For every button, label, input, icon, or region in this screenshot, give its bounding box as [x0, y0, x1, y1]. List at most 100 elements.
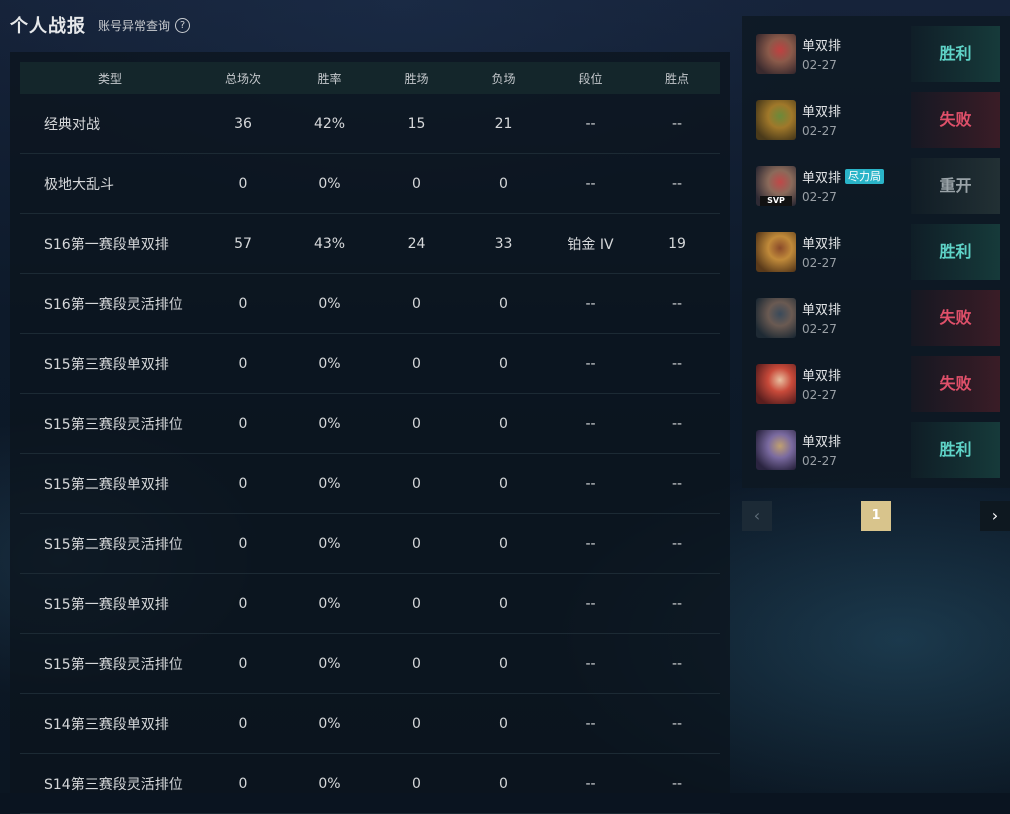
stats-table-body: 经典对战 36 42% 15 21 -- -- 极地大乱斗 0 0% 0 0 -- -- S16第一赛段单双…	[20, 94, 720, 814]
champion-avatar: SVP	[756, 166, 796, 206]
match-mode-label: 单双排	[802, 237, 842, 252]
table-cell: 0	[412, 475, 421, 492]
table-cell: 0	[412, 715, 421, 732]
next-page-button[interactable]: ›	[980, 501, 1010, 531]
table-cell: 0%	[318, 655, 341, 672]
table-row: S15第一赛段单双排 0 0% 0 0 -- --	[20, 574, 720, 634]
table-cell: 0	[499, 475, 508, 492]
table-row: 经典对战 36 42% 15 21 -- --	[20, 94, 720, 154]
table-cell: 0%	[318, 715, 341, 732]
table-cell: --	[585, 655, 596, 672]
match-mode: 单双排	[802, 101, 841, 120]
match-item[interactable]: 单双排 02-27 胜利	[742, 224, 1010, 280]
table-cell: 0	[499, 775, 508, 792]
table-cell: 0	[412, 655, 421, 672]
match-date: 02-27	[802, 388, 837, 402]
table-row: S15第二赛段灵活排位 0 0% 0 0 -- --	[20, 514, 720, 574]
table-cell: 经典对战	[44, 116, 100, 133]
column-header: 类型	[97, 71, 122, 86]
table-cell: S16第一赛段单双排	[44, 236, 169, 253]
column-header: 总场次	[224, 71, 261, 86]
match-date: 02-27	[802, 322, 837, 336]
match-item[interactable]: 单双排 02-27 失败	[742, 290, 1010, 346]
table-cell: 0	[499, 355, 508, 372]
table-cell: --	[671, 535, 683, 552]
table-cell: --	[671, 715, 683, 732]
match-item[interactable]: SVP 单双排 尽力局 02-27 重开	[742, 158, 1010, 214]
svp-tag: SVP	[760, 196, 792, 206]
table-cell: S14第三赛段灵活排位	[44, 776, 183, 793]
table-cell: 0	[412, 175, 421, 192]
match-result: 重开	[911, 158, 1000, 214]
table-cell: S15第一赛段灵活排位	[44, 656, 183, 673]
match-mode-label: 单双排	[802, 369, 842, 384]
table-cell: S15第二赛段灵活排位	[44, 536, 183, 553]
match-badge: 尽力局	[845, 169, 885, 184]
table-cell: 0	[499, 535, 508, 552]
table-cell: 0	[412, 415, 421, 432]
help-icon[interactable]: ?	[175, 17, 191, 33]
table-cell: 0	[412, 295, 421, 312]
table-cell: 0	[412, 355, 421, 372]
table-cell: 0%	[318, 535, 341, 552]
table-cell: 0	[238, 715, 248, 732]
table-cell: S14第三赛段单双排	[44, 716, 169, 733]
match-date: 02-27	[802, 58, 837, 72]
match-date: 02-27	[802, 454, 837, 468]
table-cell: 19	[668, 235, 686, 252]
table-row: S15第三赛段灵活排位 0 0% 0 0 -- --	[20, 394, 720, 454]
table-cell: 极地大乱斗	[44, 176, 114, 193]
table-row: 极地大乱斗 0 0% 0 0 -- --	[20, 154, 720, 214]
match-item[interactable]: 单双排 02-27 失败	[742, 356, 1010, 412]
match-mode: 单双排	[802, 431, 841, 450]
champion-avatar	[756, 34, 796, 74]
account-abnormal-link[interactable]: 账号异常查询 ?	[98, 17, 191, 34]
match-mode: 单双排	[802, 299, 841, 318]
table-cell: 0	[499, 295, 508, 312]
table-cell: 0	[412, 775, 421, 792]
table-cell: --	[585, 535, 596, 552]
match-result: 胜利	[911, 422, 1000, 478]
table-cell: 0	[238, 595, 248, 612]
table-cell: S15第三赛段灵活排位	[44, 416, 183, 433]
table-cell: --	[671, 595, 683, 612]
table-cell: 0%	[318, 415, 341, 432]
table-cell: --	[671, 415, 683, 432]
table-cell: 0	[412, 535, 421, 552]
match-mode: 单双排	[802, 233, 841, 252]
column-header: 胜点	[664, 71, 689, 86]
table-cell: --	[585, 295, 596, 312]
match-item[interactable]: 单双排 02-27 失败	[742, 92, 1010, 148]
table-row: S16第一赛段灵活排位 0 0% 0 0 -- --	[20, 274, 720, 334]
match-history-list: 单双排 02-27 胜利 单双排 02-27 失败 SVP 单双排 尽力局 02-27 重开 单双排 0…	[742, 16, 1010, 488]
match-item[interactable]: 单双排 02-27 胜利	[742, 422, 1010, 478]
match-item[interactable]: 单双排 02-27 胜利	[742, 26, 1010, 82]
match-result: 失败	[911, 290, 1000, 346]
table-cell: 42%	[313, 115, 346, 132]
table-cell: 43%	[313, 235, 346, 252]
table-cell: --	[585, 715, 596, 732]
table-cell: 0	[412, 595, 421, 612]
champion-avatar	[756, 364, 796, 404]
table-cell: 0	[238, 775, 248, 792]
table-cell: 0	[499, 415, 508, 432]
table-cell: 33	[494, 235, 513, 252]
page-number-button[interactable]: 1	[861, 501, 891, 531]
match-mode-label: 单双排	[802, 39, 842, 54]
column-header: 负场	[491, 71, 516, 86]
stats-panel: 类型 总场次 胜率 胜场 负场 段位 胜点 经典对战 36 42% 15 21 -- -- 极…	[10, 52, 730, 814]
table-cell: --	[671, 175, 683, 192]
table-cell: 0	[499, 175, 508, 192]
table-cell: S15第三赛段单双排	[44, 356, 169, 373]
stats-table: 类型 总场次 胜率 胜场 负场 段位 胜点 经典对战 36 42% 15 21 -- -- 极…	[20, 62, 720, 814]
table-cell: --	[585, 595, 596, 612]
table-cell: --	[585, 175, 596, 192]
table-cell: 0	[238, 295, 248, 312]
match-mode-label: 单双排	[802, 171, 842, 186]
table-cell: S16第一赛段灵活排位	[44, 296, 183, 313]
table-cell: --	[671, 115, 683, 132]
prev-page-button[interactable]: ‹	[742, 501, 772, 531]
table-cell: 铂金 IV	[567, 236, 614, 253]
match-mode: 单双排	[802, 35, 841, 54]
table-cell: 57	[234, 235, 252, 252]
